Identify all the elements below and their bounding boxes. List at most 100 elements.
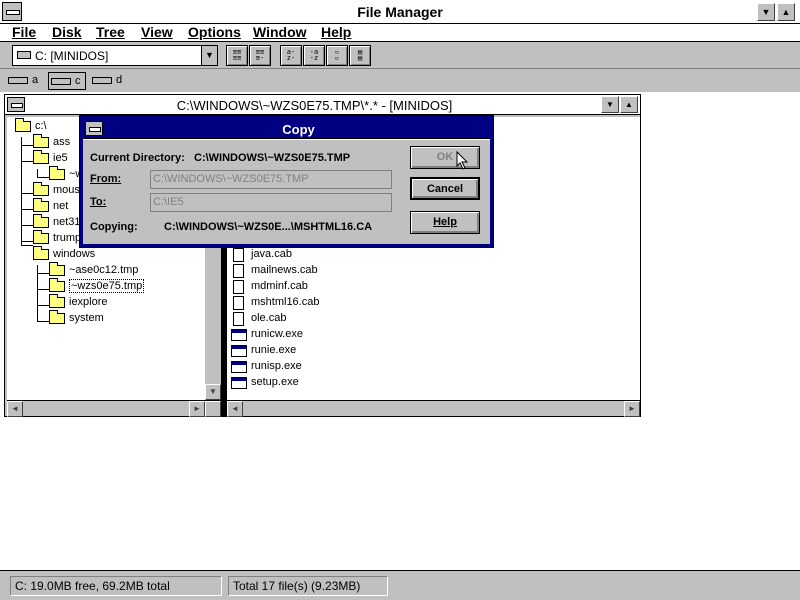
view-all-details-button[interactable]: ≡≡ ≡≡ (226, 45, 248, 66)
dropdown-arrow-icon[interactable]: ▼ (201, 46, 217, 65)
sort-by-date-button[interactable]: ▤ ▤ (349, 45, 371, 66)
folder-icon (49, 166, 65, 180)
menu-tree-label: Tree (96, 24, 125, 40)
document-icon (233, 296, 244, 310)
file-name: mailnews.cab (251, 264, 318, 276)
folder-icon (33, 198, 49, 212)
current-directory-value: C:\WINDOWS\~WZS0E75.TMP (194, 152, 351, 164)
drive-selector-value: C: [MINIDOS] (35, 49, 109, 63)
view-partial-details-button[interactable]: ≡≡ ≡- (249, 45, 271, 66)
program-icon (231, 345, 247, 357)
document-icon (233, 264, 244, 278)
help-button[interactable]: Help (410, 211, 480, 234)
menu-tree[interactable]: Tree (96, 24, 125, 40)
sort-by-type-button[interactable]: -a -z (303, 45, 325, 66)
menu-disk-label: Disk (52, 24, 82, 40)
drive-selector[interactable]: C: [MINIDOS] ▼ (12, 45, 218, 66)
copy-dialog: Copy Current Directory: C:\WINDOWS\~WZS0… (80, 116, 493, 247)
scroll-left-icon[interactable]: ◄ (227, 401, 243, 417)
hard-drive-icon (17, 51, 31, 59)
tree-item-label: ~ase0c12.tmp (69, 264, 139, 276)
toolbar: C: [MINIDOS] ▼ ≡≡ ≡≡ ≡≡ ≡- a-z- -a -z ▫ ▫ ▤ ▤ (0, 42, 800, 69)
scroll-down-icon[interactable]: ▼ (205, 384, 221, 400)
hard-drive-icon (51, 78, 71, 85)
file-name: runie.exe (251, 344, 297, 356)
drive-bar: a c d (0, 70, 800, 92)
drive-d-label: d (116, 74, 123, 86)
tree-item-label: iexplore (69, 296, 108, 308)
cdrom-drive-icon (92, 77, 112, 84)
file-name: ole.cab (251, 312, 287, 324)
document-icon (233, 280, 244, 294)
drive-a-label: a (32, 74, 39, 86)
menu-help[interactable]: Help (321, 24, 351, 40)
program-icon (231, 377, 247, 389)
to-label: To: (90, 196, 107, 208)
menu-file[interactable]: File (12, 24, 36, 40)
copy-dialog-titlebar[interactable]: Copy (83, 119, 490, 139)
minimize-button[interactable]: ▼ (757, 3, 775, 21)
folder-icon (49, 310, 65, 324)
maximize-button[interactable]: ▲ (777, 3, 795, 21)
app-title: File Manager (357, 4, 443, 20)
drive-d[interactable]: d (90, 72, 130, 90)
window-minimize-button[interactable]: ▼ (601, 96, 619, 113)
file-name: runicw.exe (251, 328, 303, 340)
scroll-right-icon[interactable]: ► (624, 401, 640, 417)
menu-disk[interactable]: Disk (52, 24, 82, 40)
title-bar: File Manager ▼ ▲ (0, 0, 800, 24)
window-maximize-button[interactable]: ▲ (620, 96, 638, 113)
menu-window[interactable]: Window (253, 24, 307, 40)
window-system-menu-button[interactable] (7, 97, 25, 112)
tree-item-label: ie5 (53, 152, 68, 164)
folder-icon (49, 294, 65, 308)
file-name: mdminf.cab (251, 280, 308, 292)
status-bar: C: 19.0MB free, 69.2MB total Total 17 fi… (0, 570, 800, 600)
copy-dialog-body: Current Directory: C:\WINDOWS\~WZS0E75.T… (83, 140, 490, 244)
floppy-drive-icon (8, 77, 28, 84)
drive-a[interactable]: a (6, 72, 46, 90)
folder-icon (33, 214, 49, 228)
tree-item-label: windows (53, 248, 96, 260)
drive-c[interactable]: c (48, 72, 86, 90)
program-icon (231, 361, 247, 373)
directory-window-titlebar[interactable]: C:\WINDOWS\~WZS0E75.TMP\*.* - [MINIDOS] … (5, 95, 640, 115)
tree-horizontal-scrollbar[interactable]: ◄ ► (7, 400, 221, 417)
tree-item-label: c:\ (35, 120, 47, 132)
folder-open-icon (49, 278, 65, 292)
copying-label: Copying: (90, 221, 138, 233)
scroll-right-icon[interactable]: ► (189, 401, 205, 417)
sort-by-size-button[interactable]: ▫ ▫ (326, 45, 348, 66)
drive-c-label: c (75, 75, 81, 87)
document-icon (233, 248, 244, 262)
sort-by-name-button[interactable]: a-z- (280, 45, 302, 66)
tree-item-label: ~wzs0e75.tmp (69, 279, 145, 293)
menu-options[interactable]: Options (188, 24, 241, 40)
menu-view-label: View (141, 24, 173, 40)
menu-file-label: File (12, 24, 37, 40)
document-icon (233, 312, 244, 326)
folder-icon (33, 150, 49, 164)
file-count-status: Total 17 file(s) (9.23MB) (228, 576, 388, 596)
tree-item-label: system (69, 312, 104, 324)
tree-item-label: net (53, 200, 69, 212)
program-icon (231, 329, 247, 341)
from-field: C:\WINDOWS\~WZS0E75.TMP (150, 170, 392, 189)
tree-item-label: ass (53, 136, 71, 148)
scroll-left-icon[interactable]: ◄ (7, 401, 23, 417)
file-name: java.cab (251, 248, 292, 260)
menu-view[interactable]: View (141, 24, 173, 40)
file-name: mshtml16.cab (251, 296, 320, 308)
dialog-system-menu-button[interactable] (85, 121, 103, 136)
copy-dialog-title: Copy (282, 122, 315, 137)
current-directory-label: Current Directory: (90, 152, 185, 164)
directory-window-title: C:\WINDOWS\~WZS0E75.TMP\*.* - [MINIDOS] (176, 98, 453, 113)
scroll-corner (205, 401, 221, 417)
folder-open-icon (33, 246, 49, 260)
to-field: C:\IE5 (150, 193, 392, 212)
file-name: runisp.exe (251, 360, 302, 372)
file-horizontal-scrollbar[interactable]: ◄ ► (227, 400, 640, 417)
file-name: setup.exe (251, 376, 299, 388)
tree-item-label: net31 (53, 216, 81, 228)
cancel-button[interactable]: Cancel (410, 177, 480, 200)
